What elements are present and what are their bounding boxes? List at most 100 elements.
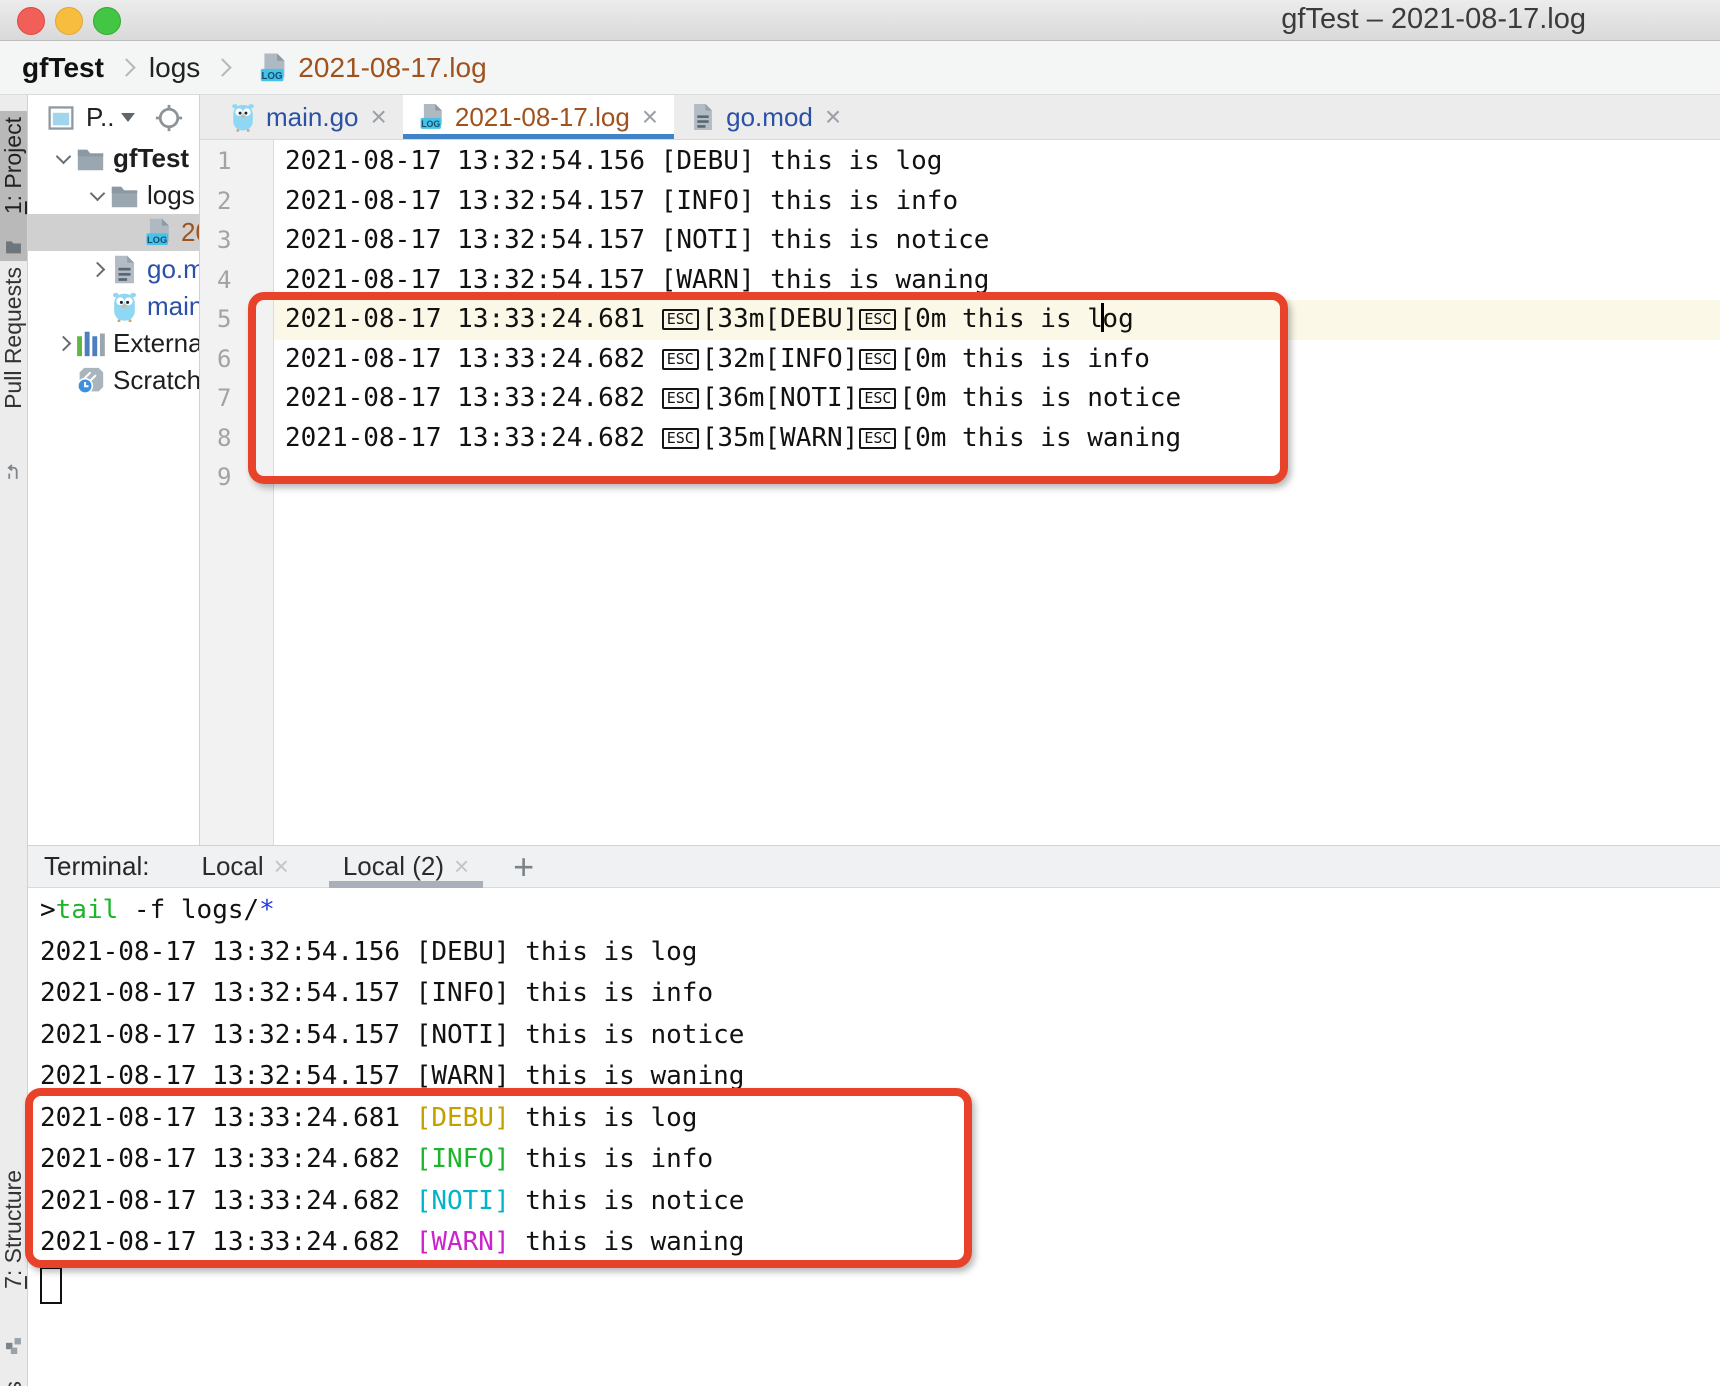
breadcrumb-file[interactable]: 2021-08-17.log: [298, 52, 486, 84]
tree-item-label: 2021-08-17.log: [181, 217, 200, 248]
project-tree-item[interactable]: go.mod: [27, 251, 199, 288]
application-window: gfTest – 2021-08-17.log gfTest logs LOG …: [0, 0, 1720, 1386]
project-tree-item[interactable]: gfTest: [27, 140, 199, 177]
line-number: 9: [200, 458, 274, 498]
left-tool-window-bar: 1: Project Pull Requests 7: Structure s: [0, 95, 28, 1386]
line-text: 2021-08-17 13:33:24.682 ESC[36m[NOTI]ESC…: [274, 379, 1720, 419]
gopher-icon: [110, 291, 139, 322]
terminal-tab-local[interactable]: Local ×: [187, 846, 302, 887]
titlebar: gfTest – 2021-08-17.log: [0, 0, 1720, 41]
pull-requests-icon: [5, 464, 22, 481]
close-icon[interactable]: ×: [642, 103, 658, 131]
line-number: 5: [200, 300, 274, 340]
tree-item-label: gfTest: [113, 143, 189, 174]
editor-line[interactable]: 9: [200, 458, 1720, 498]
editor-line[interactable]: 72021-08-17 13:33:24.682 ESC[36m[NOTI]ES…: [200, 379, 1720, 419]
libraries-icon: [76, 328, 105, 359]
esc-control-char: ESC: [859, 309, 896, 330]
editor-tab-go-mod[interactable]: go.mod×: [674, 95, 857, 139]
tab-label: main.go: [266, 102, 359, 133]
project-tree-item[interactable]: logs: [27, 177, 199, 214]
editor-tab-2021-08-17-log[interactable]: LOG 2021-08-17.log ×: [403, 95, 674, 139]
tool-window-button-cropped[interactable]: s: [0, 1381, 27, 1386]
log-file-icon: LOG: [259, 51, 288, 85]
window-controls: [17, 7, 121, 35]
close-icon[interactable]: ×: [454, 851, 469, 882]
line-text: 2021-08-17 13:32:54.156 [DEBU] this is l…: [274, 142, 1720, 182]
esc-control-char: ESC: [859, 349, 896, 370]
log-file-icon: LOG: [419, 102, 445, 132]
project-tree-item[interactable]: main.go: [27, 288, 199, 325]
tool-window-button-structure[interactable]: 7: Structure: [0, 1170, 27, 1360]
tree-item-label: main.go: [147, 291, 200, 322]
terminal-tab-label: Local: [201, 851, 263, 882]
editor-line[interactable]: 12021-08-17 13:32:54.156 [DEBU] this is …: [200, 142, 1720, 182]
tool-window-button-pull-requests[interactable]: Pull Requests: [0, 267, 27, 487]
close-window-button[interactable]: [17, 7, 45, 35]
scratches-icon: [76, 365, 105, 396]
esc-control-char: ESC: [662, 428, 699, 449]
line-text: 2021-08-17 13:32:54.157 [INFO] this is i…: [274, 182, 1720, 222]
line-text: [274, 458, 1720, 498]
locate-file-button[interactable]: [155, 104, 183, 132]
project-folder-icon: [5, 238, 22, 255]
dropdown-arrow-icon: [121, 113, 135, 122]
editor-line[interactable]: 42021-08-17 13:32:54.157 [WARN] this is …: [200, 261, 1720, 301]
terminal-line: 2021-08-17 13:33:24.682 [INFO] this is i…: [40, 1139, 1720, 1181]
tree-item-label: go.mod: [147, 254, 200, 285]
structure-icon: [5, 1337, 22, 1354]
svg-text:LOG: LOG: [262, 70, 283, 81]
folder-icon: [110, 180, 139, 211]
editor-tab-main-go[interactable]: main.go ×: [214, 95, 403, 139]
terminal-tab-label: Local (2): [343, 851, 444, 882]
tab-label: 2021-08-17.log: [455, 102, 630, 133]
editor-area: main.go×LOG2021-08-17.log×go.mod× 12021-…: [200, 95, 1720, 845]
tree-item-label: logs: [147, 180, 195, 211]
svg-text:LOG: LOG: [147, 235, 167, 245]
terminal-line: 2021-08-17 13:32:54.157 [INFO] this is i…: [40, 973, 1720, 1015]
window-title: gfTest – 2021-08-17.log: [1281, 0, 1586, 40]
editor-line[interactable]: 32021-08-17 13:32:54.157 [NOTI] this is …: [200, 221, 1720, 261]
project-tree-item[interactable]: External Libraries: [27, 325, 199, 362]
terminal-line: 2021-08-17 13:32:54.156 [DEBU] this is l…: [40, 932, 1720, 974]
close-icon[interactable]: ×: [274, 851, 289, 882]
editor-line[interactable]: 82021-08-17 13:33:24.682 ESC[35m[WARN]ES…: [200, 419, 1720, 459]
log-file-icon: LOG: [144, 217, 173, 248]
chevron-right-icon: [120, 61, 133, 74]
project-tree-item[interactable]: Scratches and Consoles: [27, 362, 199, 399]
tool-window-label: 1: Project: [0, 117, 27, 214]
terminal-tab-local-2-[interactable]: Local (2) ×: [329, 846, 483, 887]
zoom-window-button[interactable]: [93, 7, 121, 35]
esc-control-char: ESC: [859, 428, 896, 449]
chevron-right-icon: [216, 61, 229, 74]
tool-window-button-project[interactable]: 1: Project: [0, 111, 27, 261]
breadcrumb-project[interactable]: gfTest: [22, 52, 104, 84]
chevron-right-icon[interactable]: [50, 338, 76, 349]
chevron-down-icon[interactable]: [84, 192, 110, 199]
line-number: 7: [200, 379, 274, 419]
editor-line[interactable]: 52021-08-17 13:33:24.681 ESC[33m[DEBU]ES…: [200, 300, 1720, 340]
chevron-right-icon[interactable]: [84, 264, 110, 275]
close-icon[interactable]: ×: [825, 103, 841, 131]
terminal-cursor: [40, 1267, 62, 1304]
chevron-down-icon[interactable]: [50, 155, 76, 162]
new-terminal-tab-button[interactable]: +: [513, 849, 534, 885]
terminal-title: Terminal:: [44, 851, 149, 882]
project-view-dropdown[interactable]: P..: [86, 102, 135, 133]
editor-line[interactable]: 62021-08-17 13:33:24.682 ESC[32m[INFO]ES…: [200, 340, 1720, 380]
project-panel-header: P..: [27, 95, 199, 140]
terminal-line: >tail -f logs/*: [40, 890, 1720, 932]
editor-line[interactable]: 22021-08-17 13:32:54.157 [INFO] this is …: [200, 182, 1720, 222]
project-tree-item[interactable]: LOG 2021-08-17.log: [27, 214, 199, 251]
text-caret: [1101, 303, 1104, 332]
breadcrumb-folder[interactable]: logs: [149, 52, 200, 84]
editor-body[interactable]: 12021-08-17 13:32:54.156 [DEBU] this is …: [200, 140, 1720, 845]
terminal-output[interactable]: >tail -f logs/*2021-08-17 13:32:54.156 […: [27, 888, 1720, 1305]
line-text: 2021-08-17 13:33:24.681 ESC[33m[DEBU]ESC…: [274, 300, 1720, 340]
tree-item-label: Scratches and Consoles: [113, 365, 200, 396]
terminal-line: 2021-08-17 13:33:24.682 [WARN] this is w…: [40, 1222, 1720, 1264]
close-icon[interactable]: ×: [371, 103, 387, 131]
minimize-window-button[interactable]: [55, 7, 83, 35]
terminal-prompt-line: [40, 1264, 1720, 1306]
line-text: 2021-08-17 13:33:24.682 ESC[32m[INFO]ESC…: [274, 340, 1720, 380]
